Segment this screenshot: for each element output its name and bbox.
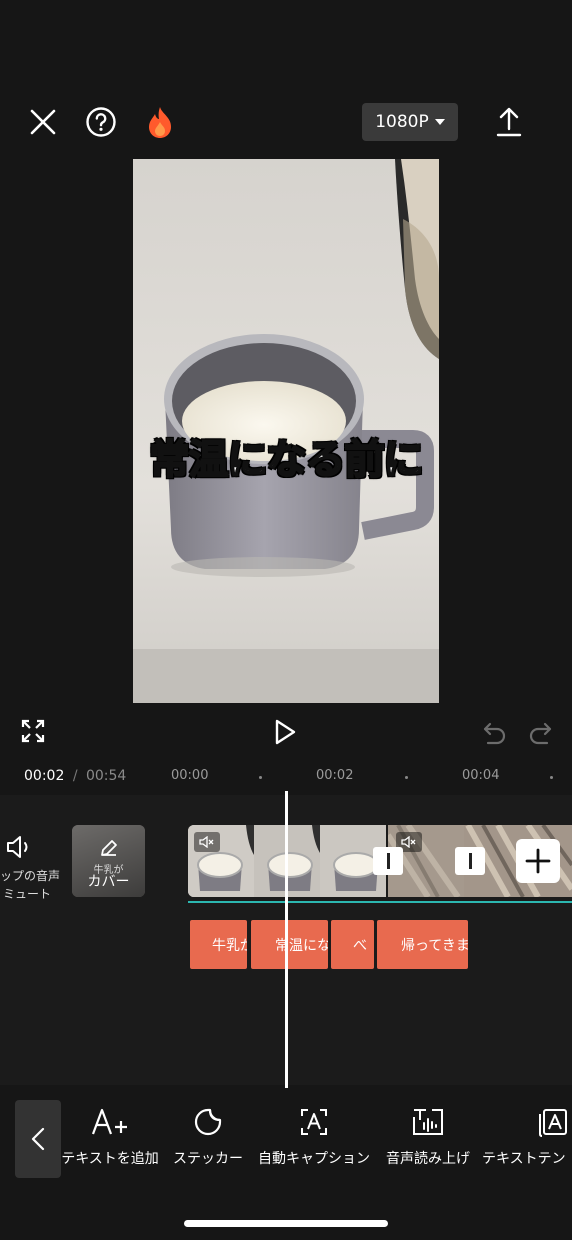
tick-label: 00:04 <box>462 768 500 783</box>
text-to-speech-label: 音声読み上げ <box>386 1151 470 1167</box>
close-button[interactable] <box>23 102 63 142</box>
tick-dot <box>550 776 553 779</box>
chevron-left-icon <box>31 1127 45 1151</box>
sticker-label: ステッカー <box>173 1151 243 1167</box>
plus-icon <box>525 848 551 874</box>
text-to-speech-icon <box>413 1109 443 1135</box>
edit-pencil-icon <box>101 840 117 856</box>
tick-label: 00:00 <box>171 768 209 783</box>
text-template-label: テキストテン <box>482 1151 566 1167</box>
muted-speaker-icon <box>199 836 214 848</box>
auto-caption-icon <box>301 1109 327 1135</box>
video-caption-overlay[interactable]: 常温になる前に <box>133 427 439 485</box>
add-text-label: テキストを追加 <box>61 1151 159 1167</box>
play-button[interactable] <box>272 718 300 746</box>
mute-label-line2: ミュート <box>3 887 52 901</box>
text-template-icon <box>539 1109 567 1137</box>
undo-button[interactable] <box>482 719 508 745</box>
transition-icon <box>386 853 390 869</box>
add-text-tool[interactable]: テキストを追加 <box>58 1104 162 1168</box>
speaker-icon <box>7 836 28 858</box>
current-time: 00:02 <box>24 768 65 784</box>
home-indicator[interactable] <box>184 1220 388 1227</box>
help-button[interactable] <box>81 102 121 142</box>
fullscreen-icon <box>21 719 45 743</box>
audio-track-line <box>188 901 572 903</box>
text-to-speech-tool[interactable]: 音声読み上げ <box>382 1104 474 1168</box>
redo-icon <box>529 722 552 745</box>
cover-label: カバー <box>87 874 130 890</box>
fire-icon <box>149 107 171 138</box>
text-template-tool[interactable]: テキストテン <box>482 1104 572 1168</box>
export-icon <box>496 107 522 137</box>
time-indicator: 00:02 / 00:54 <box>24 768 126 784</box>
transition-button[interactable] <box>373 847 403 875</box>
sticker-icon <box>194 1108 222 1136</box>
play-icon <box>275 719 296 745</box>
total-time: 00:54 <box>85 768 127 784</box>
transition-icon <box>468 853 472 869</box>
promo-button[interactable] <box>140 102 180 142</box>
mute-label-line1: ップの音声 <box>0 869 61 883</box>
text-clip[interactable]: べ <box>331 920 374 969</box>
tick-dot <box>259 776 262 779</box>
redo-button[interactable] <box>527 719 553 745</box>
undo-icon <box>483 722 506 745</box>
add-text-icon <box>91 1108 127 1135</box>
auto-caption-tool[interactable]: 自動キャプション <box>254 1104 374 1168</box>
transition-button[interactable] <box>455 847 485 875</box>
help-icon <box>86 107 116 137</box>
close-icon <box>30 109 56 135</box>
time-separator: / <box>72 768 78 784</box>
text-clip[interactable]: 牛乳が <box>190 920 247 969</box>
tick-label: 00:02 <box>316 768 354 783</box>
caret-down-icon <box>434 119 445 125</box>
sticker-tool[interactable]: ステッカー <box>168 1104 248 1168</box>
cover-button[interactable]: 牛乳が カバー <box>72 825 145 897</box>
mute-audio-button[interactable]: ップの音声 ミュート <box>0 835 62 905</box>
back-button[interactable] <box>15 1100 61 1178</box>
resolution-label: 1080P <box>375 112 429 132</box>
export-button[interactable] <box>489 102 529 142</box>
muted-speaker-icon <box>401 836 416 848</box>
auto-caption-label: 自動キャプション <box>258 1151 370 1167</box>
resolution-selector[interactable]: 1080P <box>362 103 458 141</box>
playhead[interactable] <box>285 791 288 1089</box>
tick-dot <box>405 776 408 779</box>
video-preview[interactable]: 常温になる前に <box>133 159 439 703</box>
text-clip[interactable]: 帰ってきま <box>377 920 468 969</box>
clip-muted-badge <box>194 832 220 852</box>
fullscreen-button[interactable] <box>20 718 48 746</box>
add-clip-button[interactable] <box>516 839 560 883</box>
text-clip[interactable]: 常温にな <box>251 920 328 969</box>
